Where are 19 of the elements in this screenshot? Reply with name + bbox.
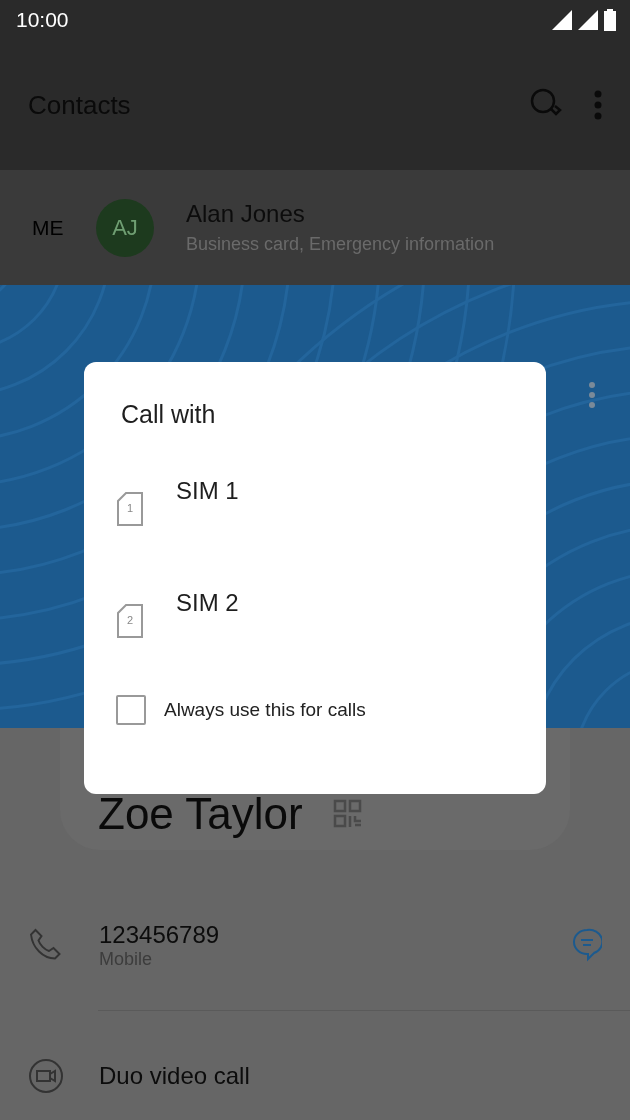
sim-option[interactable]: SIM 1: [176, 477, 239, 505]
video-camera-icon: [28, 1058, 64, 1094]
battery-icon: [604, 9, 616, 31]
sim-option[interactable]: SIM 2: [176, 589, 239, 617]
signal-icon: [552, 10, 572, 30]
qr-code-icon[interactable]: [332, 799, 363, 829]
checkbox-label[interactable]: Always use this for calls: [164, 699, 366, 721]
dialog-title: Call with: [121, 400, 217, 429]
more-icon[interactable]: [588, 381, 596, 409]
me-label: ME: [32, 215, 65, 240]
avatar: AJ: [96, 198, 154, 257]
sim-card-icon: 1: [116, 492, 144, 526]
sim-card-icon: 2: [116, 604, 144, 638]
checkbox[interactable]: [116, 695, 146, 725]
message-icon[interactable]: [572, 928, 602, 962]
signal-icon: [578, 10, 598, 30]
contact-name: Zoe Taylor: [98, 789, 303, 839]
more-icon[interactable]: [594, 90, 602, 120]
status-time: 10:00: [16, 8, 69, 32]
